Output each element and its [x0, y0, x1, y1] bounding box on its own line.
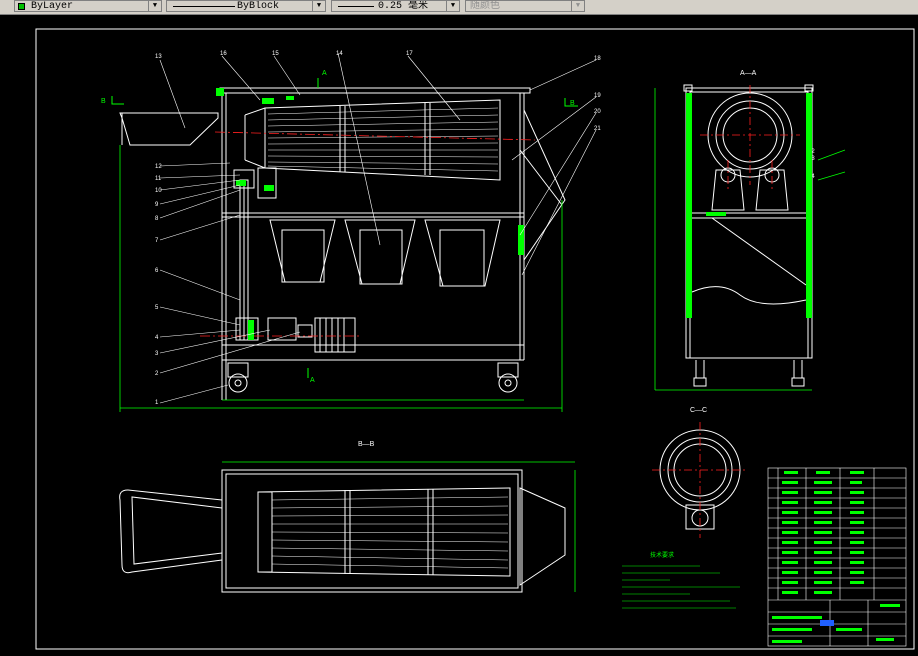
- part-number: 15: [272, 51, 279, 57]
- title-block-green: [772, 471, 900, 643]
- drawing-border: [35, 28, 915, 650]
- part-number: 10: [155, 188, 162, 194]
- part-number: 11: [155, 176, 162, 182]
- part-number: 17: [406, 51, 413, 57]
- part-number: 16: [220, 51, 227, 57]
- part-number: 1: [155, 400, 159, 406]
- section-mark-b-left: B: [101, 98, 106, 105]
- front-dimensions: [119, 145, 563, 412]
- linetype-dropdown[interactable]: ByBlock ▼: [166, 0, 326, 12]
- part-number: 14: [336, 51, 343, 57]
- section-aa-title: A—A: [740, 70, 757, 77]
- linetype-value: ByBlock: [237, 1, 280, 12]
- properties-toolbar: ByLayer ▼ ByBlock ▼ 0.25 毫米 ▼ 随颜色 ▼: [0, 0, 918, 15]
- part-number: 7: [155, 238, 159, 244]
- green-weld-marks: [216, 88, 524, 340]
- part-number: 3: [155, 351, 159, 357]
- part-number: 12: [155, 164, 162, 170]
- chevron-down-icon[interactable]: ▼: [446, 1, 459, 11]
- chevron-down-icon[interactable]: ▼: [148, 1, 161, 11]
- tech-requirements-lines: [622, 565, 740, 609]
- part-number: 21: [594, 126, 601, 132]
- section-cc-title: C—C: [690, 407, 707, 414]
- section-bb-title: B—B: [358, 441, 375, 448]
- part-number: 5: [155, 305, 159, 311]
- linetype-glyph: [173, 6, 235, 7]
- color-value: ByLayer: [31, 1, 74, 12]
- section-aa-view: [683, 84, 814, 387]
- tech-requirements-title: 技术要求: [650, 551, 674, 559]
- lineweight-dropdown[interactable]: 0.25 毫米 ▼: [331, 0, 460, 12]
- part-number: 20: [594, 109, 601, 115]
- title-block: [767, 467, 907, 647]
- cad-drawing: B B A A 1 2 3 4 5 6 7 8 9 10 11 12 13 14…: [35, 28, 915, 650]
- lineweight-value: 0.25 毫米: [378, 1, 429, 12]
- section-aa-green: [686, 93, 812, 318]
- title-block-blue-mark: [820, 620, 834, 626]
- part-number: 13: [155, 54, 162, 60]
- part-number: 8: [155, 216, 159, 222]
- section-cc-centerlines: [652, 422, 748, 538]
- part-number: 9: [155, 202, 159, 208]
- color-dropdown[interactable]: ByLayer ▼: [14, 0, 162, 12]
- part-number: 2: [155, 371, 159, 377]
- chevron-down-icon[interactable]: ▼: [571, 1, 584, 11]
- part-number: 18: [594, 56, 601, 62]
- section-mark-b-right: B: [570, 100, 575, 107]
- part-number: 6: [155, 268, 159, 274]
- part-number-labels: 1 2 3 4 5 6 7 8 9 10 11 12 13 14 15 16 1…: [155, 51, 815, 406]
- plotstyle-value: 随颜色: [470, 1, 500, 12]
- drum-screen-lines: [267, 107, 499, 172]
- part-leaders: [159, 52, 597, 404]
- section-mark-a-top: A: [322, 70, 327, 77]
- part-number: 19: [594, 93, 601, 99]
- drawing-canvas[interactable]: B B A A 1 2 3 4 5 6 7 8 9 10 11 12 13 14…: [0, 15, 918, 651]
- section-bb-screen: [271, 496, 509, 569]
- section-bb-view: [119, 469, 566, 593]
- color-swatch: [18, 3, 25, 10]
- plotstyle-dropdown[interactable]: 随颜色 ▼: [465, 0, 585, 12]
- chevron-down-icon[interactable]: ▼: [312, 1, 325, 11]
- lineweight-glyph: [338, 6, 374, 7]
- section-mark-a-bottom: A: [310, 377, 315, 384]
- part-number: 4: [155, 335, 159, 341]
